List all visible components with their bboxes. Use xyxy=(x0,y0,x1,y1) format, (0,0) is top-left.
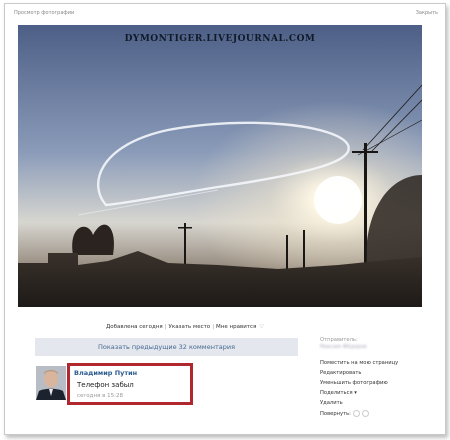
sender-label: Отправитель: xyxy=(320,337,358,343)
rotate-right-icon[interactable] xyxy=(361,410,369,417)
added-date: Добавлена сегодня xyxy=(106,324,163,330)
sky-photo-image xyxy=(18,25,422,307)
viewer-header: Просмотр фотографии Закрыть xyxy=(14,10,438,20)
photo-actions: Добавлена сегодня | Указать место | Мне нрав… xyxy=(106,324,265,330)
photo-sidebar: Отправитель: Максим Фёдоров Поместить на… xyxy=(320,337,430,417)
chevron-down-icon: ▾ xyxy=(354,390,357,396)
like-link[interactable]: Мне нравится xyxy=(216,324,256,330)
avatar[interactable] xyxy=(36,366,66,400)
mark-place-link[interactable]: Указать место xyxy=(169,324,211,330)
photo-watermark: DYMONTIGER.LIVEJOURNAL.COM xyxy=(124,34,316,44)
sidebar-item-post-to-page[interactable]: Поместить на мою страницу xyxy=(320,360,430,366)
show-previous-comments-button[interactable]: Показать предыдущие 32 комментария xyxy=(35,338,298,356)
close-link[interactable]: Закрыть xyxy=(416,10,438,16)
rotate-label: Повернуть: xyxy=(320,411,351,417)
comment-time[interactable]: сегодня в 15:28 xyxy=(77,393,123,399)
sidebar-item-shrink[interactable]: Уменьшить фотографию xyxy=(320,380,430,386)
heart-icon[interactable]: ♡ xyxy=(259,324,264,330)
comment-author[interactable]: Владимир Путин xyxy=(74,369,137,377)
sender-name[interactable]: Максим Фёдоров xyxy=(320,344,430,350)
sidebar-item-edit[interactable]: Редактировать xyxy=(320,370,430,376)
sidebar-item-share[interactable]: Поделиться ▾ xyxy=(320,390,430,396)
viewer-title: Просмотр фотографии xyxy=(14,10,75,16)
comment-text: Телефон забыл xyxy=(77,381,134,389)
main-photo[interactable]: DYMONTIGER.LIVEJOURNAL.COM xyxy=(18,25,422,307)
rotate-left-icon[interactable] xyxy=(352,410,360,417)
sidebar-rotate: Повернуть: xyxy=(320,410,430,417)
sidebar-item-delete[interactable]: Удалить xyxy=(320,400,430,406)
